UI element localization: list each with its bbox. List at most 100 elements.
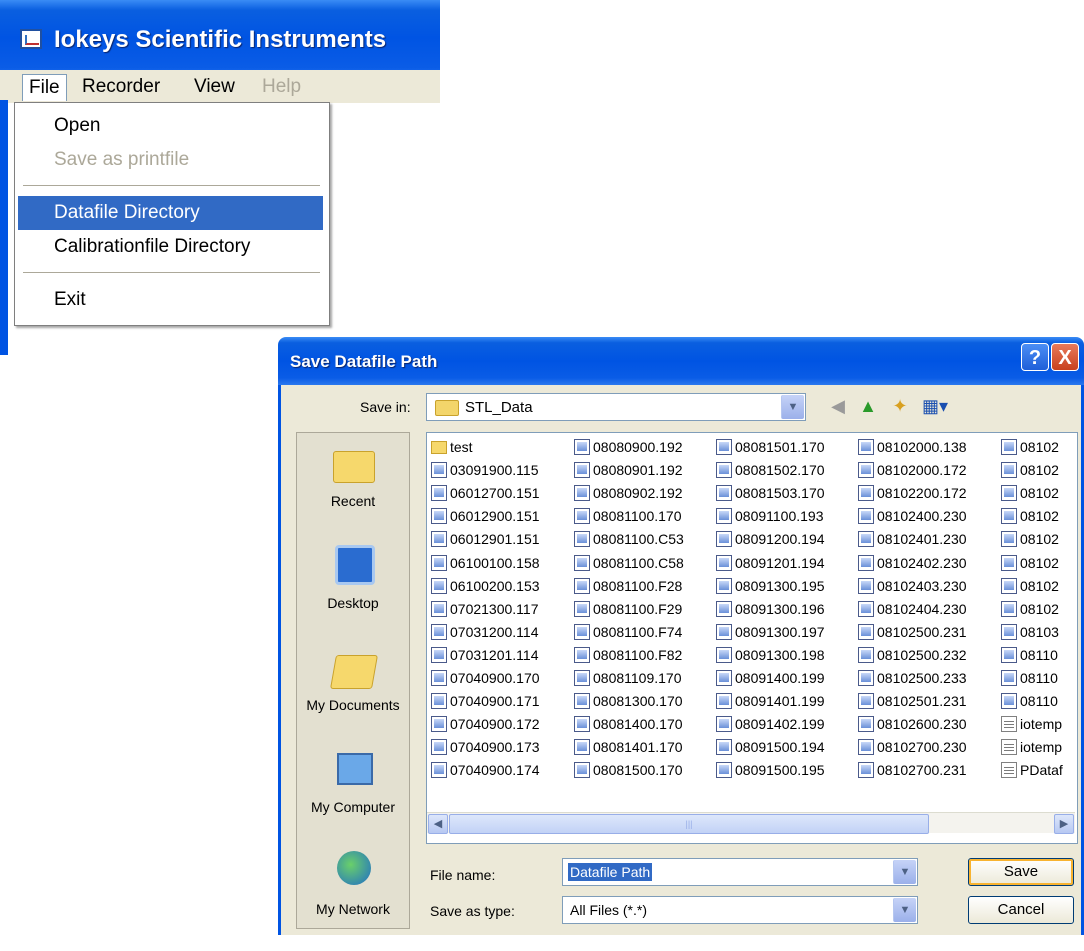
file-name-text: 08102200.172 — [877, 485, 967, 502]
view-menu-icon[interactable]: ▦▾ — [922, 395, 948, 417]
file-name-value[interactable]: Datafile Path — [568, 863, 653, 881]
chevron-down-icon[interactable]: ▼ — [893, 860, 916, 884]
file-name-text: 08091500.195 — [735, 762, 825, 779]
data-file-icon — [574, 577, 590, 594]
place-label: My Network — [316, 901, 390, 917]
data-file-icon — [574, 716, 590, 733]
menu-item-calibrationfile-directory[interactable]: Calibrationfile Directory — [18, 230, 323, 264]
data-file-icon — [574, 739, 590, 756]
data-file-icon — [574, 762, 590, 779]
recent-folder-icon — [333, 451, 375, 483]
file-name-text: 07040900.174 — [450, 762, 540, 779]
save-in-label: Save in: — [360, 399, 411, 415]
file-name-text: 08091201.194 — [735, 554, 825, 571]
file-name-text: 08102 — [1020, 577, 1059, 594]
place-my-network[interactable]: My Network — [297, 851, 409, 951]
menu-help[interactable]: Help — [256, 74, 307, 100]
data-file-icon — [858, 739, 874, 756]
data-file-icon — [858, 600, 874, 617]
file-name-text: 06100100.158 — [450, 554, 540, 571]
chevron-down-icon[interactable]: ▼ — [893, 898, 916, 922]
file-name-text: 08102 — [1020, 462, 1059, 479]
file-name-text: 08091401.199 — [735, 693, 825, 710]
scroll-right-icon[interactable]: ▶ — [1054, 814, 1074, 834]
menu-item-open[interactable]: Open — [18, 109, 323, 143]
data-file-icon — [716, 485, 732, 502]
file-name-text: 08110 — [1020, 693, 1058, 710]
file-name-text: 08102403.230 — [877, 577, 967, 594]
save-in-dropdown[interactable]: STL_Data ▼ — [426, 393, 806, 421]
save-datafile-dialog: Save Datafile Path ? X Save in: STL_Data… — [278, 337, 1084, 935]
data-file-icon — [716, 554, 732, 571]
file-name-text: iotemp — [1020, 716, 1063, 733]
file-name-text: 07031201.114 — [450, 646, 539, 663]
file-name-text: test — [450, 439, 473, 455]
data-file-icon — [1001, 531, 1017, 548]
file-name-text: 06012901.151 — [450, 531, 540, 548]
data-file-icon — [1001, 462, 1017, 479]
data-file-icon — [574, 623, 590, 640]
file-name-text: 07040900.170 — [450, 670, 540, 686]
close-button[interactable]: X — [1051, 343, 1079, 371]
app-chart-icon — [20, 29, 42, 49]
up-folder-icon[interactable]: ▲ — [856, 395, 880, 417]
data-file-icon — [716, 739, 732, 756]
menu-separator — [23, 272, 320, 273]
data-file-icon — [858, 577, 874, 594]
file-name-input[interactable]: Datafile Path ▼ — [562, 858, 918, 886]
data-file-icon — [574, 600, 590, 617]
data-file-icon — [431, 716, 447, 733]
data-file-icon — [574, 531, 590, 548]
file-name-text: 08081401.170 — [593, 739, 683, 756]
file-list[interactable]: test 03091900.115 06012700.151 06012900.151… — [426, 432, 1078, 844]
file-name-text: 07021300.117 — [450, 600, 539, 617]
place-my-computer[interactable]: My Computer — [297, 749, 409, 849]
file-name-text: 08081500.170 — [593, 762, 683, 779]
menu-item-exit[interactable]: Exit — [18, 283, 323, 317]
save-button[interactable]: Save — [968, 858, 1074, 886]
file-name-text: 08102700.230 — [877, 739, 967, 756]
scrollbar-thumb[interactable]: ||| — [449, 814, 929, 834]
cancel-button[interactable]: Cancel — [968, 896, 1074, 924]
menu-recorder[interactable]: Recorder — [76, 74, 166, 100]
file-name-text: 07040900.172 — [450, 716, 540, 733]
scroll-left-icon[interactable]: ◀ — [428, 814, 448, 834]
help-button[interactable]: ? — [1021, 343, 1049, 371]
place-desktop[interactable]: Desktop — [297, 545, 409, 645]
data-file-icon — [716, 600, 732, 617]
file-name-text: 08081502.170 — [735, 462, 825, 479]
data-file-icon — [858, 462, 874, 479]
data-file-icon — [1001, 508, 1017, 525]
new-folder-icon[interactable]: ✦ — [888, 395, 912, 417]
file-name-text: 07040900.173 — [450, 739, 540, 756]
place-label: Desktop — [327, 595, 379, 611]
data-file-icon — [716, 762, 732, 779]
file-name-text: 07031200.114 — [450, 623, 539, 640]
file-name-text: 08081501.170 — [735, 439, 825, 455]
file-name-text: 08102500.233 — [877, 670, 967, 686]
menu-view[interactable]: View — [188, 74, 241, 100]
back-arrow-icon[interactable]: ◀ — [826, 395, 850, 417]
file-name-text: 08091300.196 — [735, 600, 825, 617]
file-name-text: 08102 — [1020, 554, 1059, 571]
chevron-down-icon[interactable]: ▼ — [781, 395, 804, 419]
text-file-icon — [1001, 716, 1017, 733]
data-file-icon — [1001, 646, 1017, 663]
menu-file[interactable]: File — [22, 74, 67, 101]
menu-item-datafile-directory[interactable]: Datafile Directory — [18, 196, 323, 230]
save-as-type-dropdown[interactable]: All Files (*.*) ▼ — [562, 896, 918, 924]
data-file-icon — [431, 577, 447, 594]
place-my-documents[interactable]: My Documents — [297, 647, 409, 747]
file-name-text: 08102000.172 — [877, 462, 967, 479]
dialog-title-bar: Save Datafile Path ? X — [278, 337, 1084, 385]
data-file-icon — [858, 531, 874, 548]
file-name-text: 08091300.195 — [735, 577, 825, 594]
file-name-text: 08091100.193 — [735, 508, 824, 525]
file-name-text: 08081100.F74 — [593, 623, 683, 640]
dialog-title: Save Datafile Path — [290, 352, 438, 371]
places-bar: Recent Desktop My Documents My Computer … — [296, 432, 410, 929]
text-file-icon — [1001, 762, 1017, 779]
horizontal-scrollbar[interactable]: ◀ ||| ▶ — [427, 812, 1075, 834]
place-recent[interactable]: Recent — [297, 443, 409, 543]
data-file-icon — [574, 693, 590, 710]
